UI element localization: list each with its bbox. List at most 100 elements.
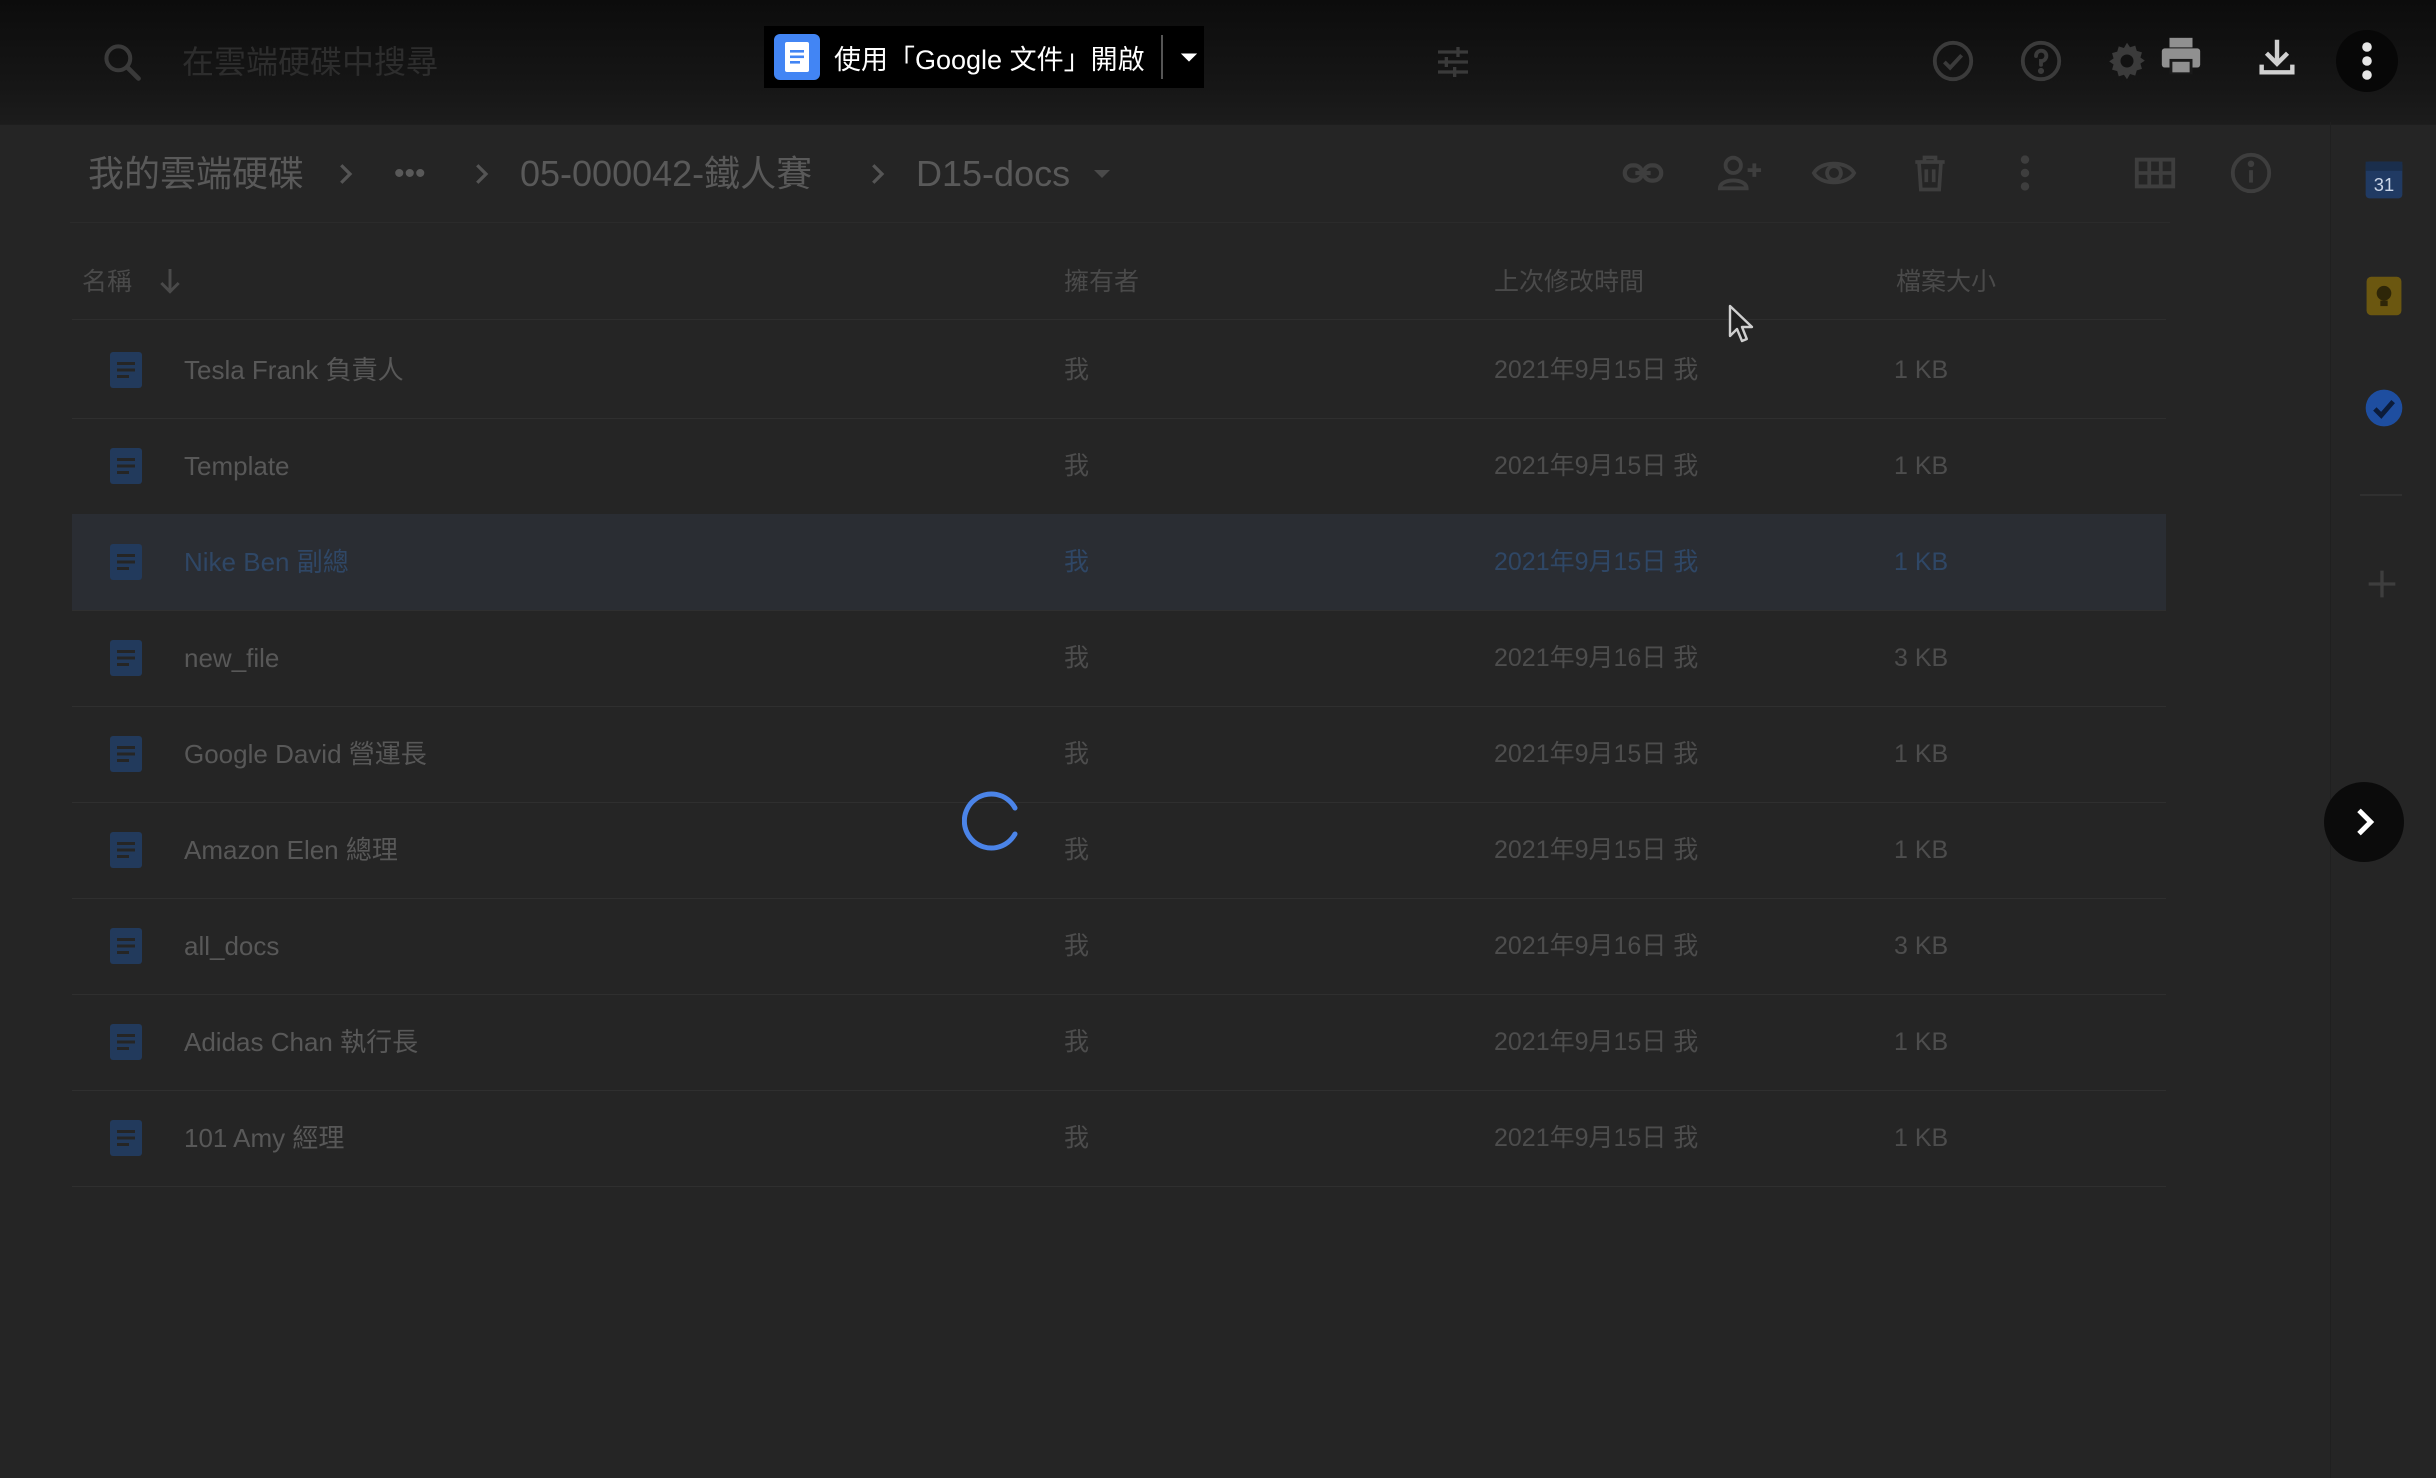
file-owner: 我 <box>1064 836 1090 864</box>
help-icon[interactable] <box>2018 38 2064 84</box>
file-last-modified: 2021年9月15日 我 <box>1494 740 1699 768</box>
chevron-right-icon <box>466 158 496 190</box>
file-name[interactable]: new_file <box>184 640 279 676</box>
download-icon[interactable] <box>2254 34 2300 80</box>
file-name[interactable]: Amazon Elen 總理 <box>184 832 398 868</box>
breadcrumb-current[interactable]: D15-docs <box>916 144 1070 204</box>
file-name[interactable]: Google David 營運長 <box>184 736 427 772</box>
file-size: 1 KB <box>1894 548 1949 576</box>
file-size: 1 KB <box>1894 1028 1949 1056</box>
file-row[interactable]: all_docs 我 2021年9月16日 我 3 KB <box>72 898 2166 995</box>
file-row[interactable]: 101 Amy 經理 我 2021年9月15日 我 1 KB <box>72 1090 2166 1187</box>
search-input[interactable]: 在雲端硬碟中搜尋 <box>182 40 438 84</box>
column-header-owner[interactable]: 擁有者 <box>1064 264 1139 300</box>
search-icon[interactable] <box>100 40 144 84</box>
gear-icon[interactable] <box>2104 38 2150 84</box>
keep-app-icon[interactable] <box>2362 274 2406 318</box>
open-with-divider <box>1160 35 1163 79</box>
file-owner: 我 <box>1064 548 1090 576</box>
file-owner: 我 <box>1064 1124 1090 1152</box>
table-header-divider <box>72 319 2166 320</box>
file-last-modified: 2021年9月15日 我 <box>1494 836 1699 864</box>
file-size: 1 KB <box>1894 452 1949 480</box>
column-header-size[interactable]: 檔案大小 <box>1896 264 1996 300</box>
folder-dropdown-icon[interactable] <box>1090 164 1114 184</box>
google-docs-icon <box>774 34 820 80</box>
grid-view-icon[interactable] <box>2132 150 2178 196</box>
google-doc-file-icon <box>110 640 142 676</box>
file-last-modified: 2021年9月15日 我 <box>1494 1028 1699 1056</box>
mouse-cursor-icon <box>1728 304 1754 344</box>
breadcrumb-more[interactable]: ••• <box>394 144 426 204</box>
info-icon[interactable] <box>2228 150 2274 196</box>
breadcrumb-parent[interactable]: 05-000042-鐵人賽 <box>520 144 812 204</box>
link-icon[interactable] <box>1620 150 1666 196</box>
file-name[interactable]: all_docs <box>184 928 279 964</box>
print-icon[interactable] <box>2158 34 2204 80</box>
file-last-modified: 2021年9月15日 我 <box>1494 1124 1699 1152</box>
add-addon-icon[interactable] <box>2362 564 2402 604</box>
file-owner: 我 <box>1064 740 1090 768</box>
file-row[interactable]: Nike Ben 副總 我 2021年9月15日 我 1 KB <box>72 514 2166 611</box>
side-panel-separator <box>2360 494 2402 496</box>
google-doc-file-icon <box>110 352 142 388</box>
file-owner: 我 <box>1064 452 1090 480</box>
more-vert-icon[interactable] <box>2010 150 2040 196</box>
file-name[interactable]: Template <box>184 448 290 484</box>
file-owner: 我 <box>1064 932 1090 960</box>
file-name[interactable]: Nike Ben 副總 <box>184 544 349 580</box>
file-last-modified: 2021年9月15日 我 <box>1494 452 1699 480</box>
file-row[interactable]: Template 我 2021年9月15日 我 1 KB <box>72 418 2166 515</box>
next-file-button[interactable] <box>2324 782 2404 862</box>
file-last-modified: 2021年9月16日 我 <box>1494 932 1699 960</box>
file-size: 1 KB <box>1894 1124 1949 1152</box>
google-doc-file-icon <box>110 1024 142 1060</box>
eye-icon[interactable] <box>1810 150 1858 196</box>
file-size: 3 KB <box>1894 644 1949 672</box>
open-with-label: 使用「Google 文件」開啟 <box>834 44 1145 75</box>
file-row[interactable]: Tesla Frank 負責人 我 2021年9月15日 我 1 KB <box>72 322 2166 419</box>
svg-text:31: 31 <box>2374 174 2394 195</box>
file-size: 3 KB <box>1894 932 1949 960</box>
file-name[interactable]: Adidas Chan 執行長 <box>184 1024 418 1060</box>
open-with-dropdown-icon[interactable] <box>1175 43 1203 71</box>
more-options-button[interactable] <box>2336 30 2398 92</box>
file-row[interactable]: new_file 我 2021年9月16日 我 3 KB <box>72 610 2166 707</box>
more-vert-icon <box>2362 42 2372 80</box>
calendar-app-icon[interactable]: 31 <box>2362 158 2406 202</box>
google-doc-file-icon <box>110 736 142 772</box>
file-owner: 我 <box>1064 1028 1090 1056</box>
chevron-right-icon <box>862 158 892 190</box>
file-last-modified: 2021年9月15日 我 <box>1494 356 1699 384</box>
trash-icon[interactable] <box>1908 150 1952 196</box>
file-owner: 我 <box>1064 644 1090 672</box>
file-name[interactable]: 101 Amy 經理 <box>184 1120 344 1156</box>
google-doc-file-icon <box>110 544 142 580</box>
chevron-right-icon <box>2357 808 2375 836</box>
sort-arrow-down-icon[interactable] <box>154 264 186 298</box>
person-add-icon[interactable] <box>1714 150 1764 196</box>
file-row[interactable]: Amazon Elen 總理 我 2021年9月15日 我 1 KB <box>72 802 2166 899</box>
file-name[interactable]: Tesla Frank 負責人 <box>184 352 404 388</box>
tasks-app-icon[interactable] <box>2362 386 2406 430</box>
chevron-right-icon <box>330 158 360 190</box>
column-header-modified[interactable]: 上次修改時間 <box>1494 264 1644 300</box>
column-header-name[interactable]: 名稱 <box>82 264 132 300</box>
google-doc-file-icon <box>110 448 142 484</box>
file-last-modified: 2021年9月15日 我 <box>1494 548 1699 576</box>
loading-spinner-icon <box>962 790 1024 852</box>
breadcrumb-root[interactable]: 我的雲端硬碟 <box>88 144 304 204</box>
file-size: 1 KB <box>1894 740 1949 768</box>
file-row[interactable]: Adidas Chan 執行長 我 2021年9月15日 我 1 KB <box>72 994 2166 1091</box>
google-doc-file-icon <box>110 1120 142 1156</box>
file-row[interactable]: Google David 營運長 我 2021年9月15日 我 1 KB <box>72 706 2166 803</box>
file-size: 1 KB <box>1894 836 1949 864</box>
file-owner: 我 <box>1064 356 1090 384</box>
tune-icon[interactable] <box>1432 42 1474 82</box>
breadcrumb-divider <box>70 222 2170 223</box>
google-doc-file-icon <box>110 928 142 964</box>
open-with-docs-button[interactable]: 使用「Google 文件」開啟 <box>764 26 1204 88</box>
file-size: 1 KB <box>1894 356 1949 384</box>
check-circle-icon[interactable] <box>1930 38 1976 84</box>
google-doc-file-icon <box>110 832 142 868</box>
